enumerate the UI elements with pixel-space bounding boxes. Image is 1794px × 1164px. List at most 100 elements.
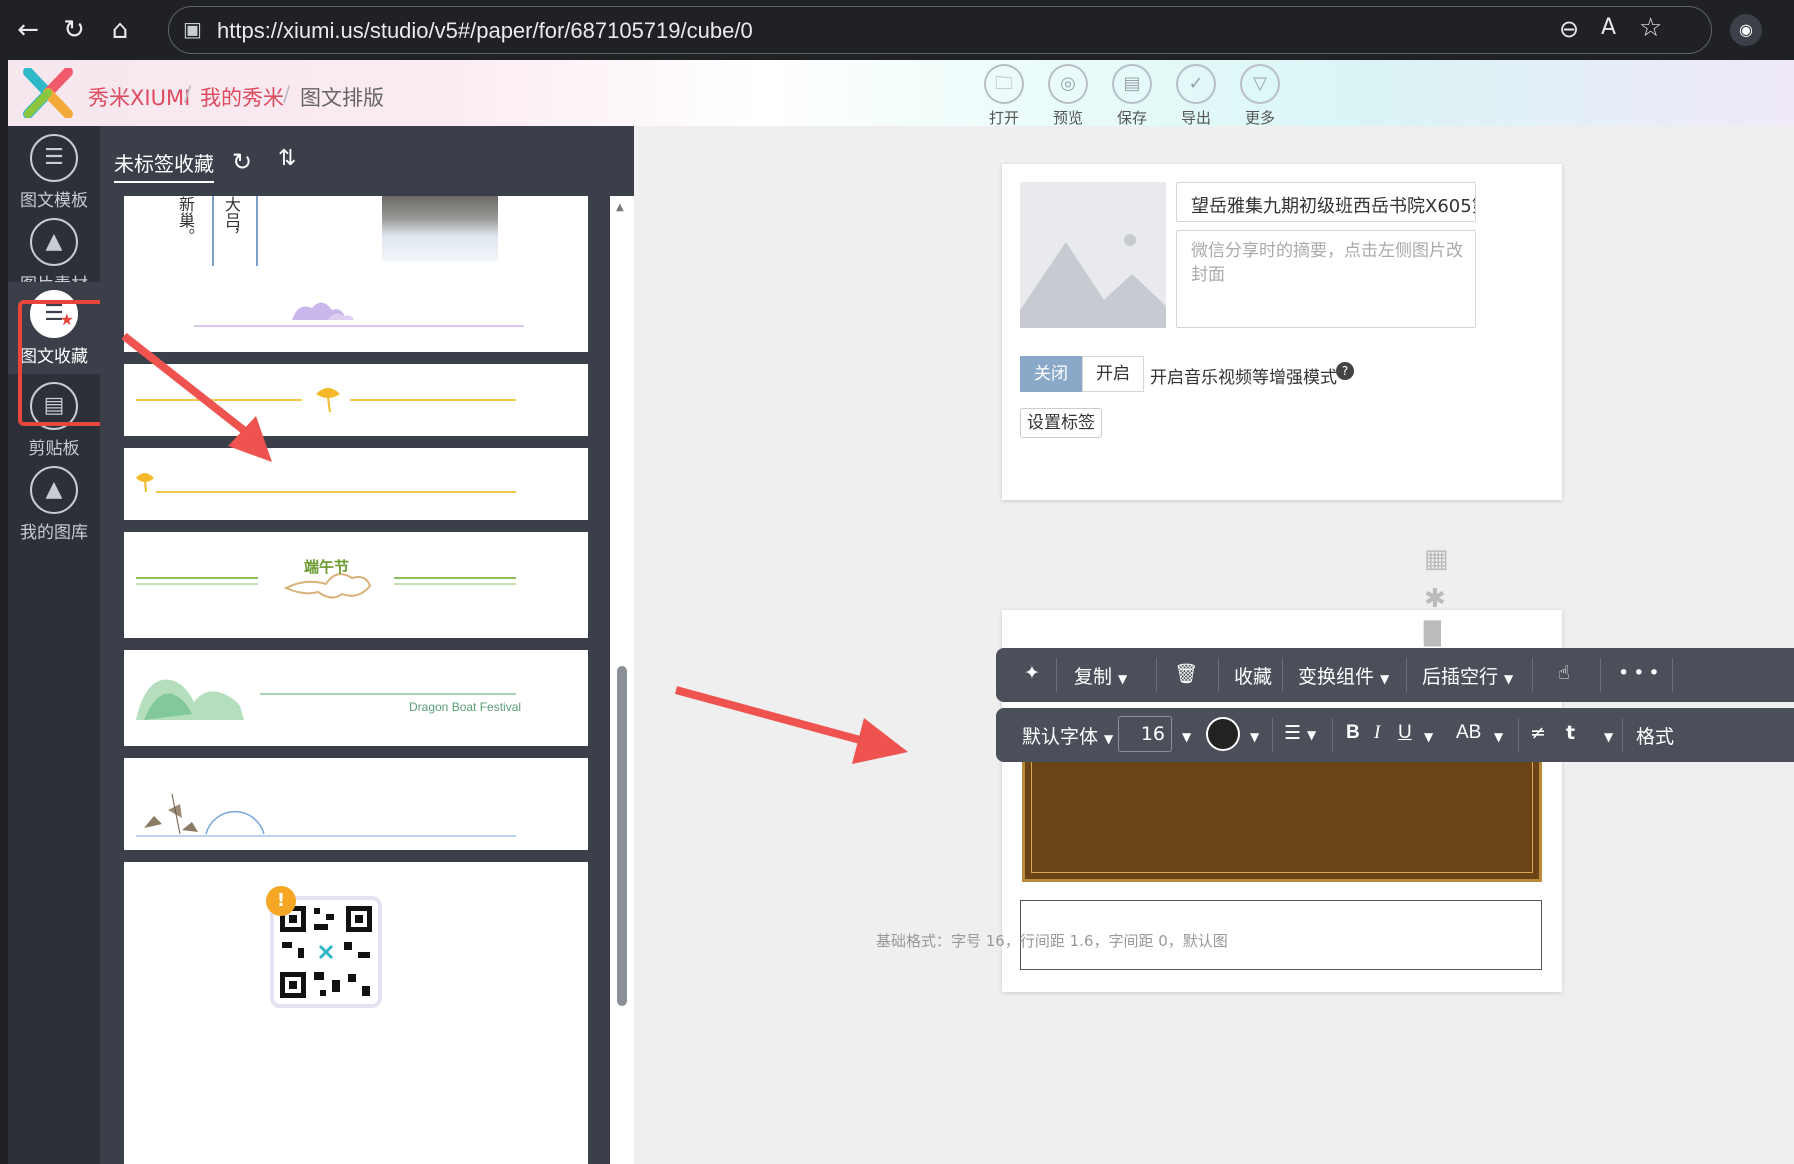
- address-bar[interactable]: ▣ https://xiumi.us/studio/v5#/paper/for/…: [168, 6, 1712, 54]
- article-meta-card: 望岳雅集九期初级班西岳书院X605第 微信分享时的摘要，点击左侧图片改封面 关闭…: [1002, 164, 1562, 500]
- format-button[interactable]: 格式: [1636, 722, 1674, 749]
- toggle-off-button[interactable]: 关闭: [1020, 356, 1082, 392]
- rail-item-gallery[interactable]: ▲ 我的图库: [8, 458, 100, 550]
- list-icon: ☰: [30, 134, 78, 182]
- lock-icon: ▣: [183, 17, 202, 41]
- save-button[interactable]: ▤ 保存: [1102, 64, 1162, 127]
- check-icon: ✓: [1176, 64, 1216, 104]
- bold-button[interactable]: B: [1346, 722, 1360, 744]
- preview-button[interactable]: ◎ 预览: [1038, 64, 1098, 127]
- crumb-mine[interactable]: 我的秀米: [200, 82, 284, 112]
- reload-icon[interactable]: ↻: [54, 10, 94, 50]
- crumb-current: 图文排版: [300, 86, 384, 110]
- warning-badge: !: [266, 886, 296, 916]
- tab-untagged[interactable]: 未标签收藏: [114, 148, 214, 183]
- favorite-card[interactable]: 端午节: [124, 532, 588, 638]
- panel-toolbar: 未标签收藏 ↻ ⇅: [100, 126, 634, 196]
- pointer-icon[interactable]: ☝: [1558, 662, 1570, 684]
- block-toolbar: ✦ 复制 ▼ 🗑 收藏 变换组件 ▼ 后插空行 ▼ ☝ •••: [996, 648, 1794, 702]
- mountain-divider: [136, 679, 516, 720]
- scroll-up-icon[interactable]: ▲: [616, 202, 624, 213]
- mountain-icon: ▲: [30, 466, 78, 514]
- crumb-sep: /: [184, 82, 192, 106]
- align-icon[interactable]: ☰ ▼: [1284, 722, 1316, 744]
- triangle-down-icon: ▽: [1240, 64, 1280, 104]
- base-format-note: 基础格式：字号 16，行间距 1.6，字间距 0，默认图: [876, 932, 1228, 950]
- divider: [212, 196, 214, 266]
- help-icon[interactable]: ?: [1336, 362, 1354, 380]
- text-style-dropdown[interactable]: ▼: [1604, 730, 1613, 744]
- more-icon[interactable]: •••: [1618, 662, 1664, 684]
- profile-avatar[interactable]: ◉: [1730, 14, 1762, 46]
- snow-photo: [382, 196, 498, 262]
- folder-icon: 🗀: [984, 64, 1024, 104]
- favorite-star-icon[interactable]: ☆: [1639, 13, 1662, 43]
- toggle-on-button[interactable]: 开启: [1082, 356, 1144, 392]
- festival-divider: [136, 573, 516, 599]
- asterisk-icon[interactable]: ✱: [1424, 584, 1446, 614]
- more-button[interactable]: ▽ 更多: [1230, 64, 1290, 127]
- cover-image-placeholder[interactable]: [1020, 182, 1166, 328]
- home-icon[interactable]: ⌂: [100, 10, 140, 50]
- editor-canvas: 望岳雅集九期初级班西岳书院X605第 微信分享时的摘要，点击左侧图片改封面 关闭…: [634, 126, 1794, 1164]
- url-text[interactable]: https://xiumi.us/studio/v5#/paper/for/68…: [217, 18, 753, 44]
- sort-icon[interactable]: ⇅: [278, 146, 296, 171]
- lotus-divider: [136, 793, 516, 837]
- preview-icon: ◎: [1048, 64, 1088, 104]
- divider: [256, 196, 258, 266]
- favorite-card[interactable]: [124, 758, 588, 850]
- back-icon[interactable]: ←: [8, 10, 48, 50]
- copy-button[interactable]: 复制 ▼: [1074, 662, 1127, 689]
- brand-link[interactable]: 秀米XIUMI: [88, 82, 190, 112]
- set-tag-button[interactable]: 设置标签: [1020, 408, 1102, 438]
- case-dropdown[interactable]: ▼: [1494, 730, 1503, 744]
- favorite-card[interactable]: [124, 364, 588, 436]
- summary-input[interactable]: 微信分享时的摘要，点击左侧图片改封面: [1176, 230, 1476, 328]
- scrollbar-thumb[interactable]: [617, 666, 627, 1006]
- cloud-divider: [194, 302, 524, 327]
- read-aloud-icon[interactable]: A: [1601, 15, 1616, 40]
- rail-item-templates[interactable]: ☰ 图文模板: [8, 126, 100, 218]
- favorites-panel: 未标签收藏 ↻ ⇅ 新巢。 大吕， 端午节 Dragon Boat Festiv…: [100, 126, 634, 1164]
- save-icon: ▤: [1112, 64, 1152, 104]
- favorite-card[interactable]: Dragon Boat Festival: [124, 650, 588, 746]
- underline-dropdown[interactable]: ▼: [1424, 730, 1433, 744]
- zoom-out-icon[interactable]: ⊖: [1559, 15, 1579, 43]
- text-style-icon[interactable]: t: [1566, 722, 1575, 744]
- panel-scrollbar[interactable]: ▲: [610, 196, 634, 1164]
- collect-button[interactable]: 收藏: [1234, 662, 1272, 689]
- pin-icon[interactable]: ✦: [1024, 662, 1040, 684]
- browser-bar: ← ↻ ⌂ ▣ https://xiumi.us/studio/v5#/pape…: [0, 0, 1794, 60]
- chart-icon[interactable]: █: [1424, 622, 1441, 647]
- left-rail: ☰ 图文模板 ▲ 图片素材 ☰★ 图文收藏 ▤ 剪贴板 ▲ 我的图库: [8, 126, 100, 1164]
- favorite-card[interactable]: [124, 280, 588, 352]
- color-dropdown[interactable]: ▼: [1250, 730, 1259, 744]
- clear-format-icon[interactable]: ≠: [1530, 722, 1546, 744]
- image-icon: ▲: [30, 218, 78, 266]
- title-input[interactable]: 望岳雅集九期初级班西岳书院X605第: [1176, 182, 1476, 222]
- ginkgo-divider: [136, 388, 516, 413]
- card-vertical-text: 新巢。: [176, 196, 195, 244]
- font-size-input[interactable]: 16: [1118, 716, 1172, 752]
- case-button[interactable]: AB: [1456, 722, 1481, 744]
- color-picker[interactable]: [1206, 717, 1240, 751]
- favorite-card[interactable]: [124, 448, 588, 520]
- open-button[interactable]: 🗀 打开: [974, 64, 1034, 127]
- xiumi-logo[interactable]: [22, 67, 74, 119]
- font-select[interactable]: 默认字体 ▼: [1022, 722, 1113, 749]
- delete-icon[interactable]: 🗑: [1174, 662, 1198, 685]
- card-vertical-text: 大吕，: [222, 196, 241, 244]
- grid-icon[interactable]: ▦: [1424, 544, 1449, 574]
- insert-after-button[interactable]: 后插空行 ▼: [1422, 662, 1513, 689]
- favorite-card[interactable]: !: [124, 862, 588, 1164]
- refresh-icon[interactable]: ↻: [232, 148, 252, 176]
- festival-english: Dragon Boat Festival: [409, 700, 522, 714]
- font-size-dropdown[interactable]: ▼: [1182, 730, 1191, 744]
- highlight-box: [18, 300, 106, 426]
- underline-button[interactable]: U: [1398, 722, 1412, 744]
- text-format-toolbar: 默认字体 ▼ 16 ▼ ▼ ☰ ▼ B I U ▼ AB ▼ ≠ t ▼ 格式: [996, 708, 1794, 762]
- export-button[interactable]: ✓ 导出: [1166, 64, 1226, 127]
- crumb-sep: /: [283, 82, 291, 106]
- transform-button[interactable]: 变换组件 ▼: [1298, 662, 1389, 689]
- italic-button[interactable]: I: [1374, 722, 1380, 744]
